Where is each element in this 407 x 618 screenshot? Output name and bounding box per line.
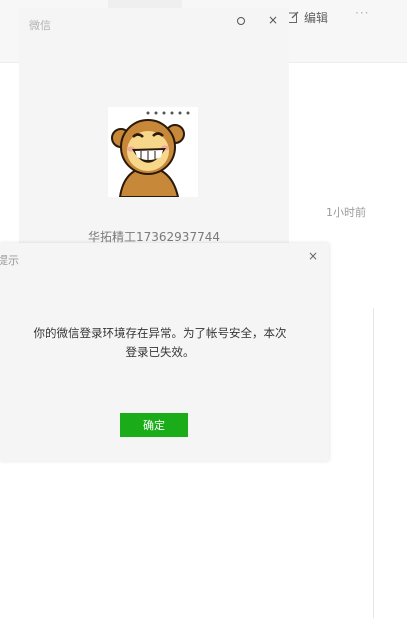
edit-button[interactable]: 编辑 <box>286 8 328 26</box>
close-icon[interactable]: × <box>268 13 278 27</box>
alert-message-line: 登录已失效。 <box>125 345 195 359</box>
close-icon[interactable]: × <box>308 249 318 263</box>
wechat-login-window: 微信 × 华拓精工17362937744 <box>19 8 289 250</box>
alert-dialog: 提示 × 你的微信登录环境存在异常。为了帐号安全，本次 登录已失效。 确定 <box>0 243 329 461</box>
timestamp: 1小时前 <box>326 206 366 219</box>
alert-title: 提示 <box>0 254 19 267</box>
more-button[interactable]: ··· <box>355 6 369 20</box>
settings-icon[interactable] <box>234 14 248 28</box>
panel-divider <box>373 308 374 618</box>
avatar <box>108 107 198 197</box>
grinning-monkey-avatar-icon <box>108 107 198 197</box>
alert-message: 你的微信登录环境存在异常。为了帐号安全，本次 登录已失效。 <box>0 324 320 362</box>
alert-message-line: 你的微信登录环境存在异常。为了帐号安全，本次 <box>33 326 287 340</box>
edit-label: 编辑 <box>304 10 329 25</box>
window-title: 微信 <box>29 19 51 32</box>
confirm-button[interactable]: 确定 <box>120 413 188 437</box>
